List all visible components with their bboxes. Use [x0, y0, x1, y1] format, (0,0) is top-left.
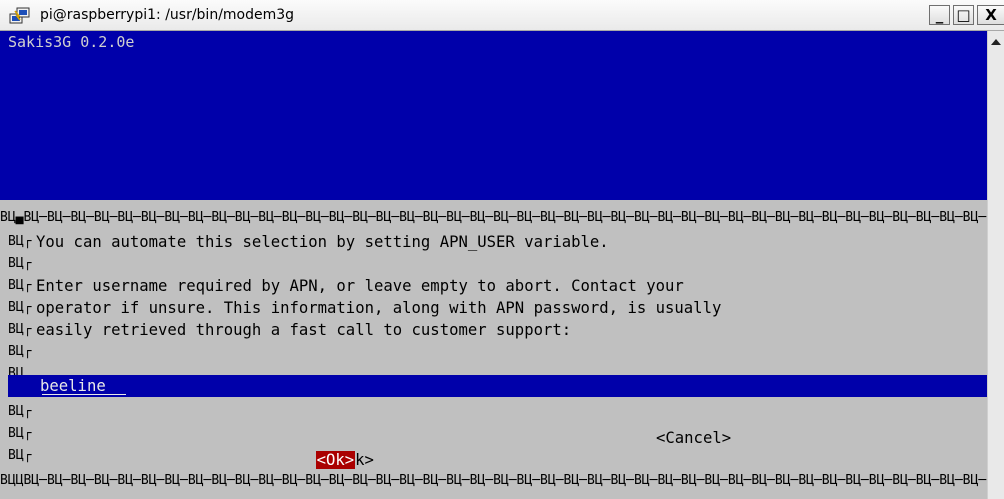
dialog-left-border: ВЦ┌	[8, 426, 32, 441]
input-cursor	[42, 394, 126, 395]
maximize-button[interactable]: □	[953, 5, 974, 25]
dialog-left-border: ВЦ┌	[8, 234, 32, 249]
dialog-left-border: ВЦ┌	[8, 300, 32, 315]
dialog-left-border: ВЦ┌	[8, 404, 32, 419]
scroll-up-arrow-icon[interactable]	[991, 39, 1001, 45]
ok-button-tail: k>	[355, 451, 374, 469]
ok-button-label: <Ok>	[315, 451, 356, 469]
window-title: pi@raspberrypi1: /usr/bin/modem3g	[40, 7, 295, 23]
putty-icon	[9, 7, 30, 24]
dialog-left-border: ВЦ┌	[8, 322, 32, 337]
cancel-button[interactable]: <Cancel>	[656, 427, 731, 449]
terminal-window: pi@raspberrypi1: /usr/bin/modem3g _ □ X …	[0, 0, 1004, 499]
dialog-line: Enter username required by APN, or leave…	[36, 277, 684, 295]
dialog-left-border: ВЦ┌	[8, 256, 32, 271]
dialog-line: operator if unsure. This information, al…	[36, 299, 722, 317]
apn-username-input[interactable]: beeline	[8, 375, 987, 397]
vertical-scrollbar[interactable]	[987, 31, 1004, 499]
backtitle-area	[0, 31, 987, 200]
dialog-left-border: ВЦ┌	[8, 448, 32, 463]
close-button[interactable]: X	[977, 5, 1004, 25]
dialog-top-border: ВЦ▄ВЦ─ВЦ─ВЦ─ВЦ─ВЦ─ВЦ─ВЦ─ВЦ─ВЦ─ВЦ─ВЦ─ВЦ─В…	[0, 211, 987, 225]
minimize-button[interactable]: _	[929, 5, 950, 25]
dialog-bottom-border: ВЦЦВЦ─ВЦ─ВЦ─ВЦ─ВЦ─ВЦ─ВЦ─ВЦ─ВЦ─ВЦ─ВЦ─ВЦ─В…	[0, 474, 987, 488]
dialog-line: You can automate this selection by setti…	[36, 233, 609, 251]
dialog-left-border: ВЦ┌	[8, 278, 32, 293]
dialog-left-border: ВЦ┌	[8, 344, 32, 359]
backtitle-text: Sakis3G 0.2.0e	[8, 33, 135, 51]
dialog-line: easily retrieved through a fast call to …	[36, 321, 572, 339]
ok-button[interactable]: <Ok>k>	[278, 427, 374, 469]
title-bar[interactable]: pi@raspberrypi1: /usr/bin/modem3g _ □ X	[0, 0, 1004, 31]
